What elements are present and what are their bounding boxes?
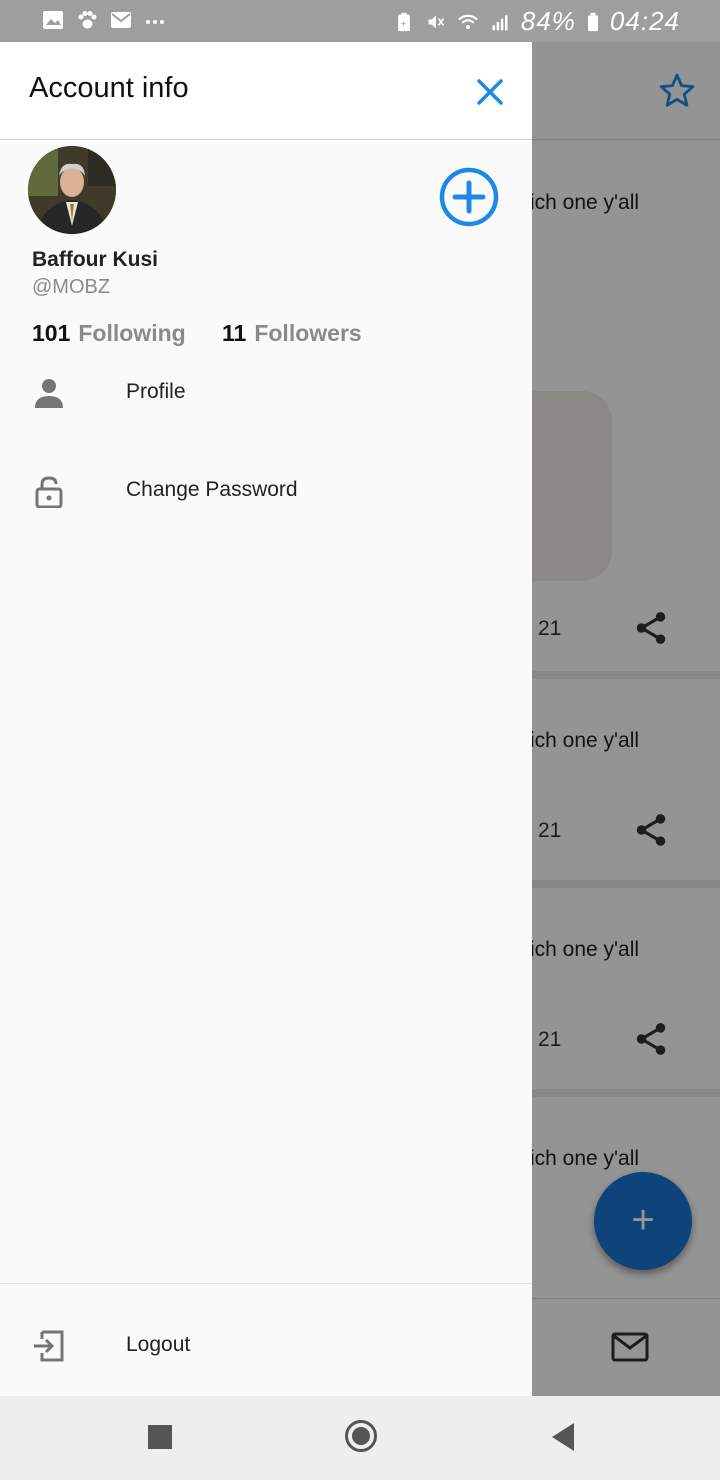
recents-button[interactable]	[148, 1425, 172, 1449]
avatar[interactable]	[28, 146, 116, 234]
followers-count: 11	[222, 320, 247, 346]
drawer-title: Account info	[29, 72, 189, 104]
menu-item-label: Change Password	[126, 478, 298, 501]
svg-text:+: +	[400, 19, 407, 28]
following-count: 101	[32, 320, 71, 346]
battery-saver-icon: +	[398, 12, 410, 31]
battery-percent: 84%	[520, 6, 576, 36]
clock: 04:24	[609, 6, 680, 36]
menu-item-logout[interactable]: Logout	[0, 1317, 532, 1377]
signal-icon	[492, 14, 508, 30]
back-button[interactable]	[552, 1423, 574, 1451]
home-button[interactable]	[345, 1420, 377, 1452]
user-name: Baffour Kusi	[32, 248, 158, 271]
followers-stat[interactable]: 11 Followers	[222, 320, 362, 347]
person-icon	[35, 379, 63, 408]
user-handle: @MOBZ	[32, 276, 111, 298]
drawer-divider	[0, 1283, 532, 1284]
status-bar: + 84% 04:24	[0, 0, 720, 42]
menu-item-change-password[interactable]: Change Password	[0, 462, 532, 522]
mail-icon	[111, 12, 131, 28]
more-dots-icon	[146, 20, 164, 24]
battery-icon	[587, 12, 598, 31]
logout-icon	[34, 1330, 64, 1362]
account-drawer: Account info Baffour Kusi @MOBZ 101 Foll…	[0, 42, 532, 1396]
system-nav-bar	[0, 1396, 720, 1480]
followers-label: Followers	[254, 320, 362, 346]
close-icon[interactable]	[468, 70, 512, 114]
drawer-header: Account info	[0, 42, 532, 140]
mute-icon	[428, 14, 445, 29]
avatar-image	[28, 146, 116, 234]
following-label: Following	[78, 320, 186, 346]
image-icon	[43, 11, 63, 29]
wifi-icon	[458, 14, 478, 29]
menu-item-label: Logout	[126, 1333, 191, 1356]
menu-item-label: Profile	[126, 380, 186, 403]
paw-icon	[78, 11, 97, 29]
lock-icon	[35, 476, 63, 508]
following-stat[interactable]: 101 Following	[32, 320, 186, 347]
menu-item-profile[interactable]: Profile	[0, 364, 532, 424]
add-account-icon[interactable]	[438, 166, 500, 228]
